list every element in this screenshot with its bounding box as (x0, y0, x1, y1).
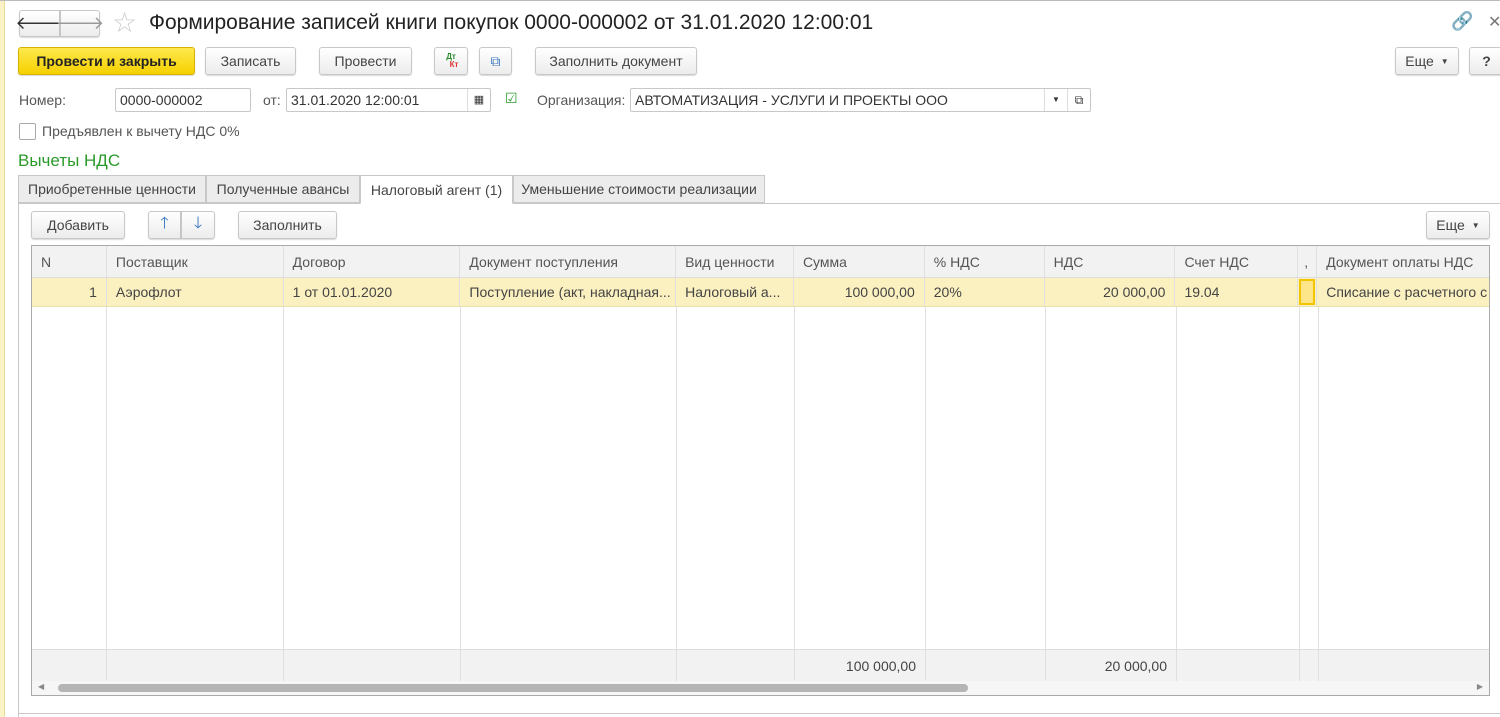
col-vat-account[interactable]: Счет НДС (1175, 246, 1299, 277)
open-icon[interactable]: ⧉ (1067, 89, 1090, 111)
cell-n: 1 (32, 278, 107, 306)
tab-divider (18, 203, 1500, 204)
fill-button[interactable]: Заполнить (238, 211, 337, 239)
dt-kt-button[interactable]: Дт Кт (434, 47, 468, 75)
table-more-label: Еще (1436, 217, 1465, 233)
organization-input[interactable]: АВТОМАТИЗАЦИЯ - УСЛУГИ И ПРОЕКТЫ ООО ▼ ⧉ (630, 88, 1091, 112)
left-edge (0, 0, 5, 717)
col-vat-rate[interactable]: % НДС (925, 246, 1045, 277)
col-n[interactable]: N (32, 246, 107, 277)
col-contract[interactable]: Договор (284, 246, 461, 277)
cell-payment-doc[interactable]: Списание с расчетного с (1317, 278, 1489, 306)
cell-vat[interactable]: 20 000,00 (1045, 278, 1176, 306)
table-row[interactable]: 1 Аэрофлот 1 от 01.01.2020 Поступление (… (32, 278, 1489, 307)
col-comma[interactable]: , (1298, 246, 1318, 277)
org-value: АВТОМАТИЗАЦИЯ - УСЛУГИ И ПРОЕКТЫ ООО (635, 92, 948, 108)
tab-tax-agent[interactable]: Налоговый агент (1) (360, 175, 513, 204)
chevron-down-icon: ▼ (1440, 56, 1449, 66)
tax-agent-table[interactable]: N Поставщик Договор Документ поступления… (31, 245, 1490, 696)
scroll-right-icon[interactable]: ▶ (1477, 682, 1483, 691)
document-check-icon[interactable]: ☑ (505, 90, 518, 107)
scrollbar-thumb[interactable] (58, 684, 968, 692)
window-title: Формирование записей книги покупок 0000-… (149, 11, 874, 34)
col-payment-doc[interactable]: Документ оплаты НДС (1317, 246, 1489, 277)
fill-document-button[interactable]: Заполнить документ (535, 47, 697, 75)
tab-acquired-values[interactable]: Приобретенные ценности (18, 175, 206, 203)
move-up-button[interactable]: 🡑 (148, 211, 181, 239)
cell-receipt-doc[interactable]: Поступление (акт, накладная... (460, 278, 677, 306)
date-label: от: (263, 92, 281, 108)
cell-vat-account[interactable]: 19.04 (1175, 278, 1299, 306)
help-button[interactable]: ? (1469, 47, 1500, 75)
table-more-button[interactable]: Еще ▼ (1426, 211, 1490, 239)
cell-comma[interactable] (1298, 278, 1318, 306)
favorite-star-icon[interactable]: ☆ (112, 6, 137, 39)
date-input[interactable]: 31.01.2020 12:00:01 ▦ (286, 88, 491, 112)
more-label: Еще (1405, 53, 1434, 69)
top-border (0, 0, 1500, 1)
cell-value-type[interactable]: Налоговый а... (676, 278, 794, 306)
table-header: N Поставщик Договор Документ поступления… (32, 246, 1489, 278)
kt-icon: Кт (449, 60, 459, 69)
number-label: Номер: (19, 92, 66, 108)
total-vat: 20 000,00 (1046, 650, 1177, 681)
col-supplier[interactable]: Поставщик (107, 246, 284, 277)
vat0-checkbox-label: Предъявлен к вычету НДС 0% (42, 123, 240, 139)
col-value-type[interactable]: Вид ценности (676, 246, 794, 277)
cell-contract[interactable]: 1 от 01.01.2020 (284, 278, 461, 306)
arrow-down-icon: 🡓 (193, 214, 203, 232)
calendar-icon[interactable]: ▦ (467, 89, 490, 111)
move-down-button[interactable]: 🡓 (181, 211, 215, 239)
scroll-left-icon[interactable]: ◀ (38, 682, 44, 691)
table-empty-area (32, 307, 1489, 649)
table-footer: 100 000,00 20 000,00 (32, 649, 1489, 681)
col-sum[interactable]: Сумма (794, 246, 925, 277)
save-button[interactable]: Записать (205, 47, 296, 75)
close-icon[interactable]: ✕ (1488, 12, 1500, 32)
tab-cost-reduction[interactable]: Уменьшение стоимости реализации (513, 175, 765, 203)
org-label: Организация: (537, 92, 626, 108)
post-and-close-button[interactable]: Провести и закрыть (18, 47, 195, 75)
chevron-down-icon: ▼ (1471, 220, 1480, 230)
col-receipt-doc[interactable]: Документ поступления (460, 246, 677, 277)
more-button[interactable]: Еще ▼ (1395, 47, 1459, 75)
horizontal-scrollbar[interactable]: ◀ ▶ (32, 681, 1489, 695)
date-value: 31.01.2020 12:00:01 (291, 92, 420, 108)
section-title: Вычеты НДС (18, 151, 121, 170)
col-vat[interactable]: НДС (1045, 246, 1176, 277)
number-input[interactable]: 0000-000002 (115, 88, 251, 112)
structure-button[interactable]: ⧉ (479, 47, 512, 75)
forward-button[interactable]: 🡒 (56, 10, 104, 37)
dropdown-icon[interactable]: ▼ (1044, 89, 1067, 111)
cell-sum[interactable]: 100 000,00 (794, 278, 925, 306)
total-sum: 100 000,00 (795, 650, 926, 681)
vat0-checkbox[interactable] (19, 123, 36, 140)
cell-vat-rate[interactable]: 20% (925, 278, 1045, 306)
arrow-right-icon: 🡒 (55, 13, 105, 33)
add-button[interactable]: Добавить (31, 211, 125, 239)
tab-panel-border (18, 203, 19, 717)
tab-received-advances[interactable]: Полученные авансы (206, 175, 360, 203)
post-button[interactable]: Провести (319, 47, 412, 75)
document-structure-icon: ⧉ (490, 52, 501, 69)
link-icon[interactable]: 🔗 (1451, 11, 1473, 32)
arrow-up-icon: 🡑 (160, 214, 169, 232)
panel-bottom-border (18, 713, 1500, 714)
back-button[interactable]: 🡐 (15, 10, 64, 37)
cell-supplier[interactable]: Аэрофлот (107, 278, 284, 306)
